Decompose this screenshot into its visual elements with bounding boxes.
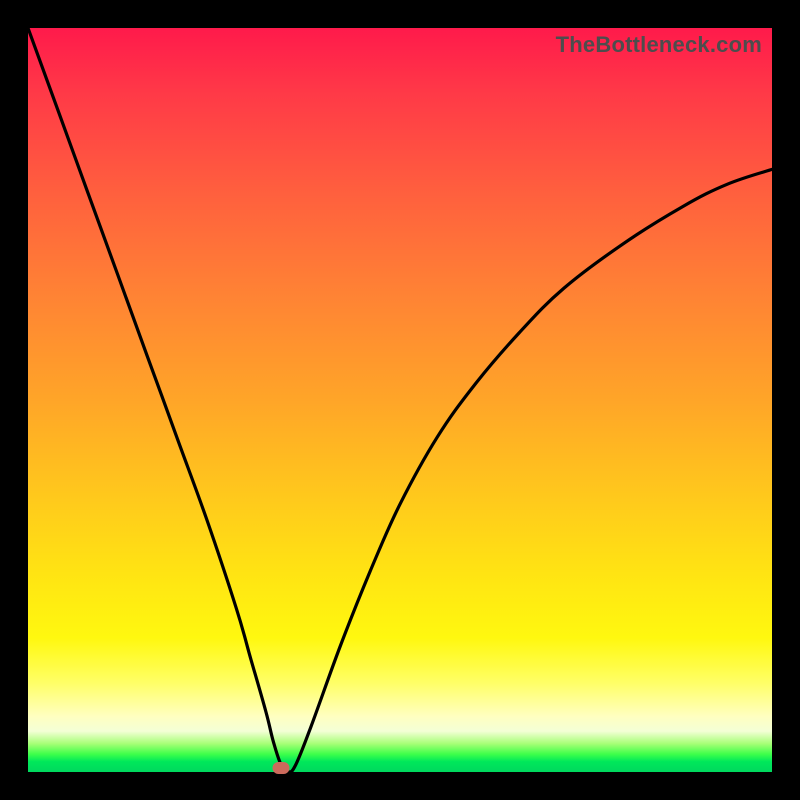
minimum-marker — [272, 762, 289, 774]
plot-area: TheBottleneck.com — [28, 28, 772, 772]
bottleneck-curve — [28, 28, 772, 772]
chart-frame: TheBottleneck.com — [0, 0, 800, 800]
